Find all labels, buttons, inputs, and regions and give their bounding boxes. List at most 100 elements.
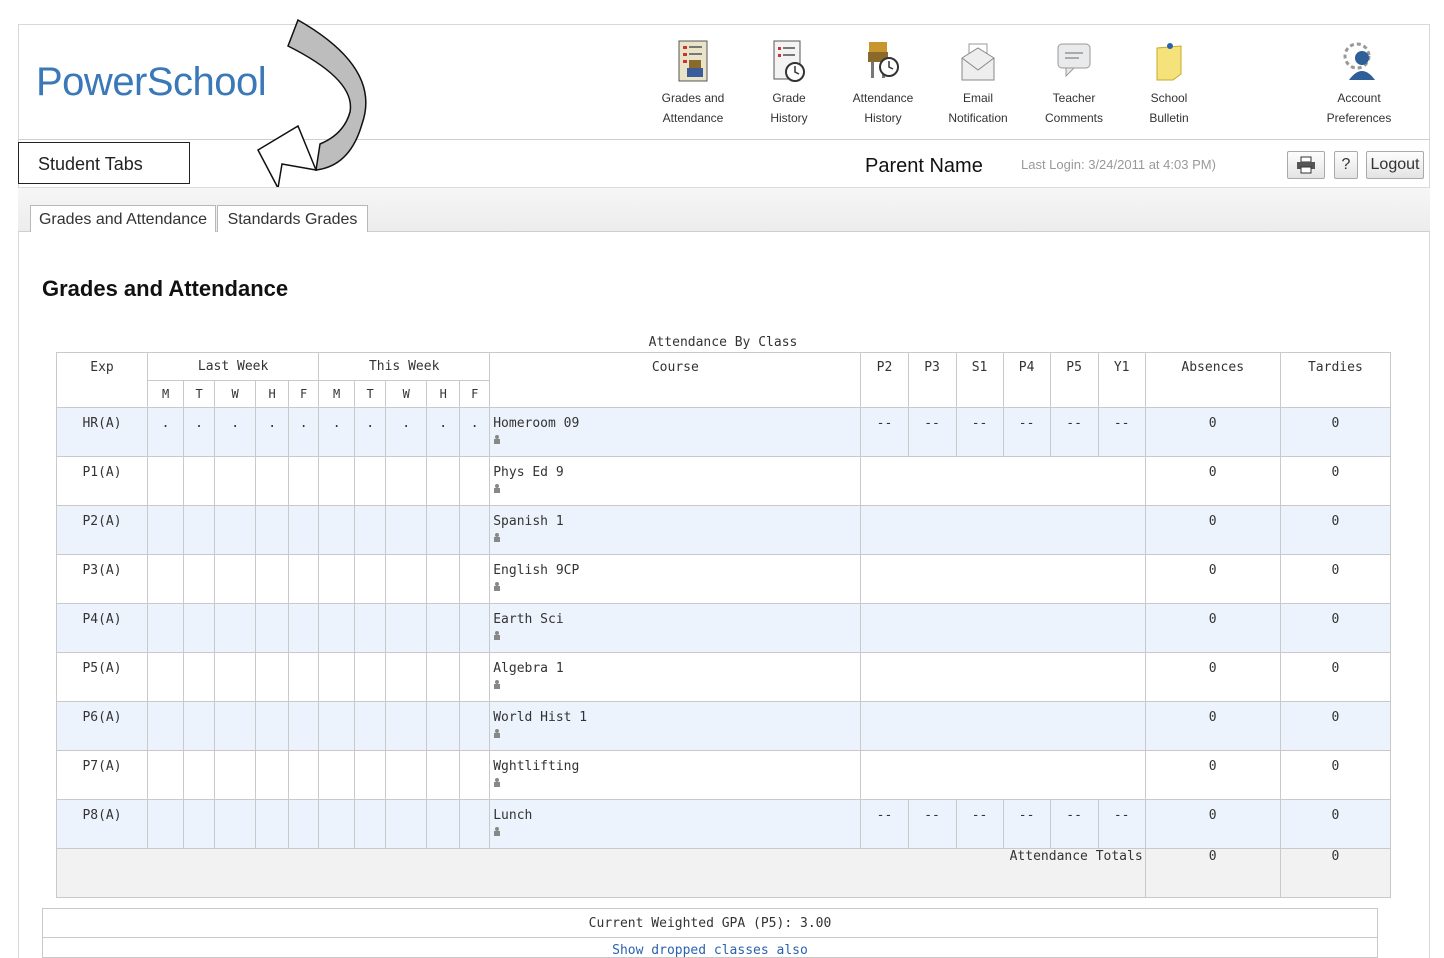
term-grade-cell[interactable]: -- [1002, 407, 1051, 457]
day-attendance-cell[interactable] [354, 603, 387, 653]
term-grade-cell[interactable] [1003, 701, 1051, 751]
tardies-cell[interactable]: 0 [1279, 799, 1392, 849]
day-attendance-cell[interactable] [459, 750, 491, 800]
day-attendance-cell[interactable] [214, 603, 257, 653]
day-attendance-cell[interactable] [147, 799, 185, 849]
day-attendance-cell[interactable] [354, 750, 387, 800]
day-attendance-cell[interactable] [183, 750, 216, 800]
day-attendance-cell[interactable] [426, 505, 461, 555]
print-button[interactable] [1287, 151, 1325, 179]
day-attendance-cell[interactable] [459, 603, 491, 653]
day-attendance-cell[interactable] [385, 652, 428, 702]
day-attendance-cell[interactable] [318, 505, 356, 555]
term-grade-cell[interactable] [1050, 456, 1099, 506]
term-grade-cell[interactable]: -- [1097, 799, 1146, 849]
absences-cell[interactable]: 0 [1144, 603, 1281, 653]
term-grade-cell[interactable] [860, 750, 909, 800]
day-attendance-cell[interactable] [214, 554, 257, 604]
day-attendance-cell[interactable] [459, 505, 491, 555]
term-grade-cell[interactable] [1050, 652, 1099, 702]
term-grade-cell[interactable] [908, 750, 957, 800]
day-attendance-cell[interactable]: . [318, 407, 356, 457]
day-attendance-cell[interactable] [288, 701, 320, 751]
term-grade-cell[interactable] [1050, 701, 1099, 751]
logout-button[interactable]: Logout [1366, 151, 1424, 179]
day-attendance-cell[interactable] [354, 554, 387, 604]
tardies-cell[interactable]: 0 [1279, 554, 1392, 604]
tardies-cell[interactable]: 0 [1279, 603, 1392, 653]
teacher-icon[interactable] [493, 630, 501, 640]
tardies-cell[interactable]: 0 [1279, 505, 1392, 555]
day-attendance-cell[interactable] [255, 701, 290, 751]
day-attendance-cell[interactable] [183, 799, 216, 849]
day-attendance-cell[interactable] [354, 701, 387, 751]
day-attendance-cell[interactable] [318, 701, 356, 751]
day-attendance-cell[interactable] [183, 652, 216, 702]
term-grade-cell[interactable]: -- [955, 407, 1004, 457]
term-grade-cell[interactable] [1003, 505, 1051, 555]
day-attendance-cell[interactable] [318, 554, 356, 604]
teacher-icon[interactable] [493, 777, 501, 787]
day-attendance-cell[interactable] [147, 701, 185, 751]
term-grade-cell[interactable] [1098, 456, 1146, 506]
term-grade-cell[interactable] [956, 701, 1004, 751]
day-attendance-cell[interactable] [318, 750, 356, 800]
teacher-icon[interactable] [493, 728, 501, 738]
day-attendance-cell[interactable] [318, 603, 356, 653]
day-attendance-cell[interactable] [147, 505, 185, 555]
absences-cell[interactable]: 0 [1144, 799, 1281, 849]
day-attendance-cell[interactable] [426, 652, 461, 702]
term-grade-cell[interactable]: -- [1097, 407, 1146, 457]
day-attendance-cell[interactable] [183, 505, 216, 555]
tardies-cell[interactable]: 0 [1279, 652, 1392, 702]
tab-standards-grades[interactable]: Standards Grades [217, 205, 368, 232]
day-attendance-cell[interactable] [147, 603, 185, 653]
day-attendance-cell[interactable] [459, 554, 491, 604]
term-grade-cell[interactable] [1003, 456, 1051, 506]
show-dropped-classes-link[interactable]: Show dropped classes also [43, 938, 1377, 958]
tardies-cell[interactable]: 0 [1279, 407, 1392, 457]
term-grade-cell[interactable]: -- [907, 799, 957, 849]
tardies-cell[interactable]: 0 [1279, 456, 1392, 506]
term-grade-cell[interactable]: -- [860, 799, 909, 849]
day-attendance-cell[interactable] [214, 799, 257, 849]
day-attendance-cell[interactable] [214, 701, 257, 751]
term-grade-cell[interactable] [956, 505, 1004, 555]
term-grade-cell[interactable] [1098, 505, 1146, 555]
term-grade-cell[interactable] [908, 701, 957, 751]
term-grade-cell[interactable] [908, 603, 957, 653]
term-grade-cell[interactable] [956, 652, 1004, 702]
term-grade-cell[interactable] [1098, 554, 1146, 604]
teacher-icon[interactable] [493, 581, 501, 591]
term-grade-cell[interactable]: -- [1002, 799, 1051, 849]
day-attendance-cell[interactable] [255, 456, 290, 506]
day-attendance-cell[interactable] [459, 799, 491, 849]
term-grade-cell[interactable] [860, 456, 909, 506]
day-attendance-cell[interactable] [183, 603, 216, 653]
term-grade-cell[interactable] [908, 505, 957, 555]
absences-cell[interactable]: 0 [1144, 750, 1281, 800]
day-attendance-cell[interactable] [385, 799, 428, 849]
term-grade-cell[interactable] [1003, 554, 1051, 604]
teacher-icon[interactable] [493, 532, 501, 542]
day-attendance-cell[interactable] [354, 505, 387, 555]
help-button[interactable]: ? [1334, 151, 1358, 179]
day-attendance-cell[interactable] [385, 505, 428, 555]
absences-cell[interactable]: 0 [1144, 407, 1281, 457]
absences-cell[interactable]: 0 [1144, 652, 1281, 702]
nav-grade-history[interactable]: Grade History [749, 40, 829, 128]
day-attendance-cell[interactable] [459, 701, 491, 751]
nav-attendance-history[interactable]: Attendance History [843, 40, 923, 128]
day-attendance-cell[interactable]: . [459, 407, 491, 457]
term-grade-cell[interactable] [1098, 603, 1146, 653]
day-attendance-cell[interactable] [318, 652, 356, 702]
nav-school-bulletin[interactable]: School Bulletin [1129, 40, 1209, 128]
day-attendance-cell[interactable] [426, 799, 461, 849]
term-grade-cell[interactable] [956, 456, 1004, 506]
day-attendance-cell[interactable] [354, 456, 387, 506]
day-attendance-cell[interactable] [183, 456, 216, 506]
day-attendance-cell[interactable]: . [288, 407, 320, 457]
teacher-icon[interactable] [493, 483, 501, 493]
day-attendance-cell[interactable] [183, 701, 216, 751]
day-attendance-cell[interactable] [354, 652, 387, 702]
